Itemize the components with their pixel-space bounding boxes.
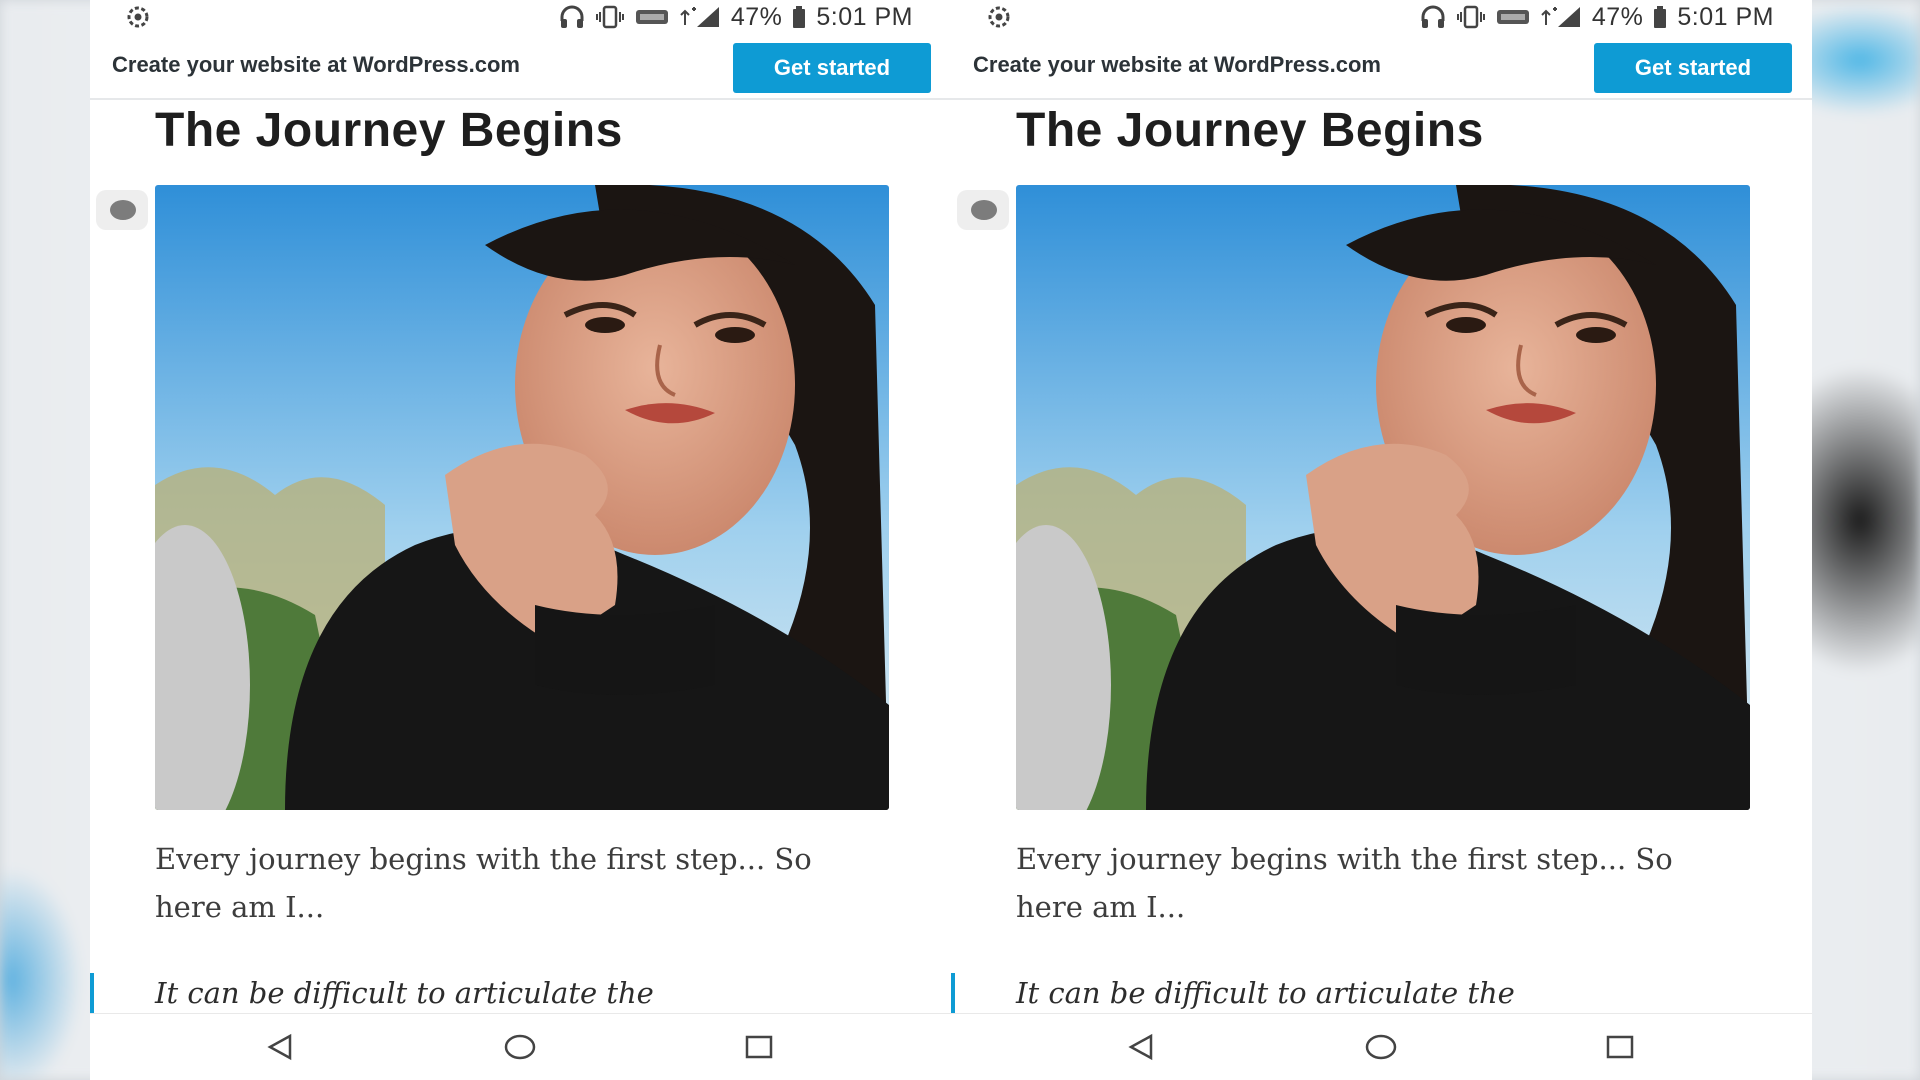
settings-icon: [126, 5, 150, 29]
recents-icon[interactable]: [1602, 1032, 1638, 1062]
navigation-bar: [951, 1013, 1812, 1080]
status-bar: 47% 5:01 PM: [951, 0, 1812, 34]
navigation-bar: [90, 1013, 951, 1080]
banner-text: Create your website at WordPress.com: [973, 52, 1381, 77]
status-bar: 47% 5:01 PM: [90, 0, 951, 34]
home-icon[interactable]: [1363, 1032, 1399, 1062]
get-started-button[interactable]: Get started: [1594, 43, 1792, 93]
battery-percent: 47%: [730, 2, 783, 31]
battery-icon: [1653, 5, 1667, 29]
back-icon[interactable]: [262, 1032, 298, 1062]
phone-screenshot-left: 47% 5:01 PM Create your website at WordP…: [90, 0, 951, 1080]
volte-icon: [635, 7, 669, 27]
quote-text: It can be difficult to articulate the: [1016, 976, 1515, 1010]
signal-icon: [679, 5, 721, 29]
side-handle[interactable]: [96, 190, 148, 230]
side-handle[interactable]: [957, 190, 1009, 230]
post-title: The Journey Begins: [1016, 104, 1484, 157]
headphones-icon: [1420, 5, 1446, 29]
post-paragraph: Every journey begins with the first step…: [155, 842, 812, 924]
post-title: The Journey Begins: [155, 104, 623, 157]
wordpress-banner: Create your website at WordPress.com Get…: [951, 38, 1812, 100]
wordpress-banner: Create your website at WordPress.com Get…: [90, 38, 951, 100]
signal-icon: [1540, 5, 1582, 29]
status-time: 5:01 PM: [816, 2, 913, 31]
post-photo: [1016, 185, 1750, 810]
battery-percent: 47%: [1591, 2, 1644, 31]
quote-bar: [951, 973, 955, 1013]
vibrate-icon: [1456, 5, 1486, 29]
settings-icon: [987, 5, 1011, 29]
status-time: 5:01 PM: [1677, 2, 1774, 31]
get-started-button[interactable]: Get started: [733, 43, 931, 93]
volte-icon: [1496, 7, 1530, 27]
banner-text: Create your website at WordPress.com: [112, 52, 520, 77]
back-icon[interactable]: [1123, 1032, 1159, 1062]
post-paragraph: Every journey begins with the first step…: [1016, 842, 1673, 924]
recents-icon[interactable]: [741, 1032, 777, 1062]
quote-bar: [90, 973, 94, 1013]
headphones-icon: [559, 5, 585, 29]
phone-screenshot-right: 47% 5:01 PM Create your website at WordP…: [951, 0, 1812, 1080]
post-photo: [155, 185, 889, 810]
quote-text: It can be difficult to articulate the: [155, 976, 654, 1010]
battery-icon: [792, 5, 806, 29]
vibrate-icon: [595, 5, 625, 29]
home-icon[interactable]: [502, 1032, 538, 1062]
